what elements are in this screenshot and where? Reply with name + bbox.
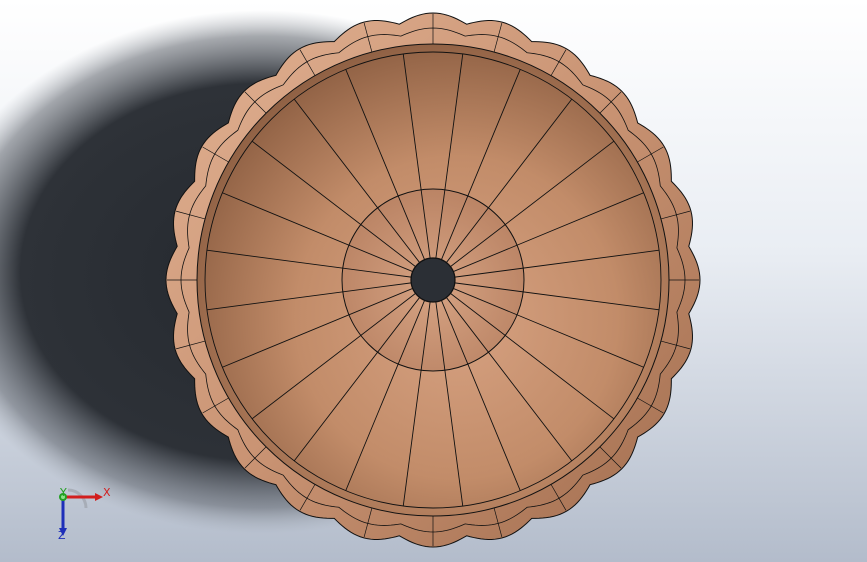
center-hole[interactable] [410, 257, 456, 303]
bowl-body[interactable] [165, 12, 701, 548]
axis-x-label: X [103, 486, 111, 499]
axis-y-label: Y [60, 486, 67, 499]
axis-z-label: Z [58, 529, 66, 542]
bowl-part-model[interactable] [0, 0, 867, 562]
graphics-viewport[interactable]: X Y Z [0, 0, 867, 562]
